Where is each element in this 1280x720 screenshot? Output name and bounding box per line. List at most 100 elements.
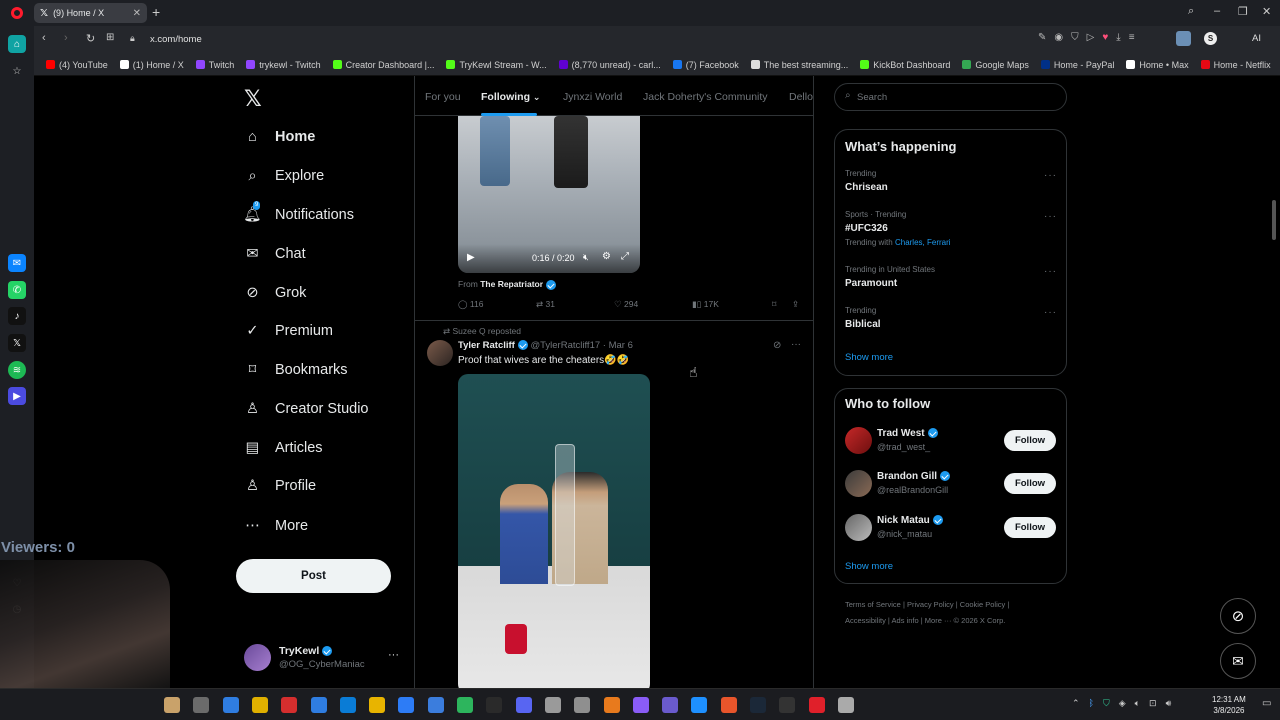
tweet-more-icon[interactable]: ··· xyxy=(791,339,801,350)
footer-accessibility[interactable]: Accessibility xyxy=(845,616,886,625)
search-box[interactable]: ⌕ Search xyxy=(834,83,1067,111)
new-tab-button[interactable]: + xyxy=(152,4,160,20)
taskbar-app-icon[interactable] xyxy=(193,697,210,713)
x-icon[interactable]: 𝕏 xyxy=(8,334,26,352)
share-button[interactable]: ⇪ xyxy=(792,299,799,310)
mute-icon[interactable]: 🔇︎ xyxy=(583,252,589,263)
bookmark-item[interactable]: Google Maps xyxy=(956,60,1035,70)
tray-icons[interactable]: ⌃ ᛒ ⛉ ◈ 🔈︎ ⊡ 🔊︎ xyxy=(1072,698,1171,709)
nav-articles[interactable]: ▤ Articles xyxy=(244,439,323,456)
url-field[interactable]: x.com/home xyxy=(150,34,202,45)
nav-bookmarks[interactable]: ⌑ Bookmarks xyxy=(244,361,348,378)
account-switcher[interactable]: TryKewl @OG_CyberManiac ··· xyxy=(244,643,404,673)
bookmark-item[interactable]: (1) Home / X xyxy=(114,60,190,70)
taskbar-app-icon[interactable] xyxy=(750,697,766,713)
follow-button[interactable]: Follow xyxy=(1004,430,1056,451)
nav-grok[interactable]: ⊘ Grok xyxy=(244,284,306,301)
bookmark-item[interactable]: Twitch xyxy=(190,60,241,70)
post-button[interactable]: Post xyxy=(236,559,391,593)
footer-privacy[interactable]: Privacy Policy xyxy=(907,600,954,609)
profile-avatar[interactable] xyxy=(1176,31,1191,46)
player-icon[interactable]: ▶ xyxy=(8,387,26,405)
bookmark-item[interactable]: Home • Max xyxy=(1120,60,1194,70)
taskbar-app-icon[interactable] xyxy=(281,697,298,713)
repost-button[interactable]: ⇄ 31 xyxy=(536,299,555,310)
bookmark-button[interactable]: ⌑ xyxy=(772,299,776,310)
footer-ads-info[interactable]: Ads info xyxy=(892,616,919,625)
spotify-icon[interactable]: ≋ xyxy=(8,361,26,379)
taskbar-app-icon[interactable] xyxy=(515,697,532,713)
nav-more[interactable]: ⋯ More xyxy=(244,517,308,534)
messenger-icon[interactable]: ✉ xyxy=(8,254,26,272)
follow-name[interactable]: Brandon Gill xyxy=(877,471,937,482)
bookmark-item[interactable]: TryKewl Stream - W... xyxy=(440,60,552,70)
play-icon[interactable]: ▶ xyxy=(467,252,475,263)
taskbar-app-icon[interactable] xyxy=(251,697,268,713)
avatar[interactable] xyxy=(845,514,872,541)
back-icon[interactable]: ‹ xyxy=(42,32,46,44)
bookmark-item[interactable]: KickBot Dashboard xyxy=(854,60,956,70)
bookmark-item[interactable]: The best streaming... xyxy=(745,60,855,70)
taskbar-app-icon[interactable] xyxy=(339,697,356,713)
settings-icon[interactable]: ⚙ xyxy=(602,251,611,262)
follow-name[interactable]: Nick Matau xyxy=(877,515,930,526)
avatar[interactable] xyxy=(845,470,872,497)
trend-more-icon[interactable]: ··· xyxy=(1044,211,1057,222)
taskbar-app-icon[interactable] xyxy=(779,697,796,713)
tab-jynxzi-world[interactable]: Jynxzi World xyxy=(563,91,622,103)
extension-icons[interactable]: ✎ ◉ ⛉ ▷ ♥ ⤓ ≡ xyxy=(1038,32,1135,43)
like-button[interactable]: ♡ 294 xyxy=(614,299,638,310)
bookmark-item[interactable]: (8,770 unread) - carl... xyxy=(553,60,667,70)
forward-icon[interactable]: › xyxy=(64,32,68,44)
opera-logo-icon[interactable] xyxy=(11,7,23,19)
close-tab-icon[interactable]: ✕ xyxy=(133,8,141,19)
tweet2-video[interactable] xyxy=(458,374,650,688)
nav-profile[interactable]: ♙ Profile xyxy=(244,477,316,494)
bookmark-item[interactable]: Home - PayPal xyxy=(1035,60,1121,70)
taskbar-app-icon[interactable] xyxy=(544,697,561,713)
taskbar-app-icon[interactable] xyxy=(603,697,620,713)
tab-following[interactable]: Following ⌄ xyxy=(481,91,540,103)
s-extension-icon[interactable]: S xyxy=(1204,32,1217,45)
taskbar-app-icon[interactable] xyxy=(720,697,737,713)
page-scrollbar[interactable] xyxy=(1272,200,1276,240)
taskbar-app-icon[interactable] xyxy=(632,697,649,713)
ai-extension-label[interactable]: AI xyxy=(1252,33,1261,44)
taskbar-app-icon[interactable] xyxy=(457,697,473,713)
footer-terms[interactable]: Terms of Service xyxy=(845,600,901,609)
trend-more-icon[interactable]: ··· xyxy=(1044,266,1057,277)
taskbar-app-icon[interactable] xyxy=(662,697,679,713)
trends-show-more[interactable]: Show more xyxy=(845,352,893,363)
bookmark-item[interactable]: (4) YouTube xyxy=(40,60,114,70)
follow-name[interactable]: Trad West xyxy=(877,428,925,439)
taskbar-app-icon[interactable] xyxy=(691,697,708,713)
trend-more-icon[interactable]: ··· xyxy=(1044,170,1057,181)
nav-notifications[interactable]: 🔔︎ 9 Notifications xyxy=(243,201,354,223)
notifications-icon[interactable]: ▭ xyxy=(1262,698,1271,709)
grok-analyze-icon[interactable]: ⊘ xyxy=(773,340,781,351)
tweet2-avatar[interactable] xyxy=(427,340,453,366)
bookmark-item[interactable]: Powerchat xyxy=(1277,60,1280,70)
close-window-button[interactable]: ✕ xyxy=(1262,5,1271,18)
whatsapp-icon[interactable]: ✆ xyxy=(8,281,26,299)
taskbar-app-icon[interactable] xyxy=(369,697,386,713)
reload-icon[interactable]: ↻ xyxy=(86,32,95,45)
nav-explore[interactable]: ⌕ Explore xyxy=(244,167,324,184)
footer-more[interactable]: More ··· xyxy=(925,616,952,625)
star-icon[interactable]: ☆ xyxy=(8,62,26,80)
avatar[interactable] xyxy=(845,427,872,454)
taskbar-app-icon[interactable] xyxy=(486,697,503,713)
home-speed-dial-icon[interactable]: ⌂ xyxy=(8,35,26,53)
taskbar-app-icon[interactable] xyxy=(837,697,854,713)
views-button[interactable]: ▮▯ 17K xyxy=(692,299,719,310)
taskbar-app-icon[interactable] xyxy=(427,697,444,713)
account-more-icon[interactable]: ··· xyxy=(388,649,399,661)
follow-show-more[interactable]: Show more xyxy=(845,561,893,572)
tab-dello[interactable]: Dello xyxy=(789,91,813,103)
bookmark-item[interactable]: (7) Facebook xyxy=(667,60,745,70)
tab-for-you[interactable]: For you xyxy=(425,91,461,103)
tweet2-author[interactable]: Tyler Ratcliff xyxy=(458,340,515,351)
clock[interactable]: 12:31 AM 3/8/2026 xyxy=(1212,694,1246,716)
reply-button[interactable]: ◯ 116 xyxy=(458,299,483,310)
fullscreen-icon[interactable]: ⤢ xyxy=(621,251,629,262)
